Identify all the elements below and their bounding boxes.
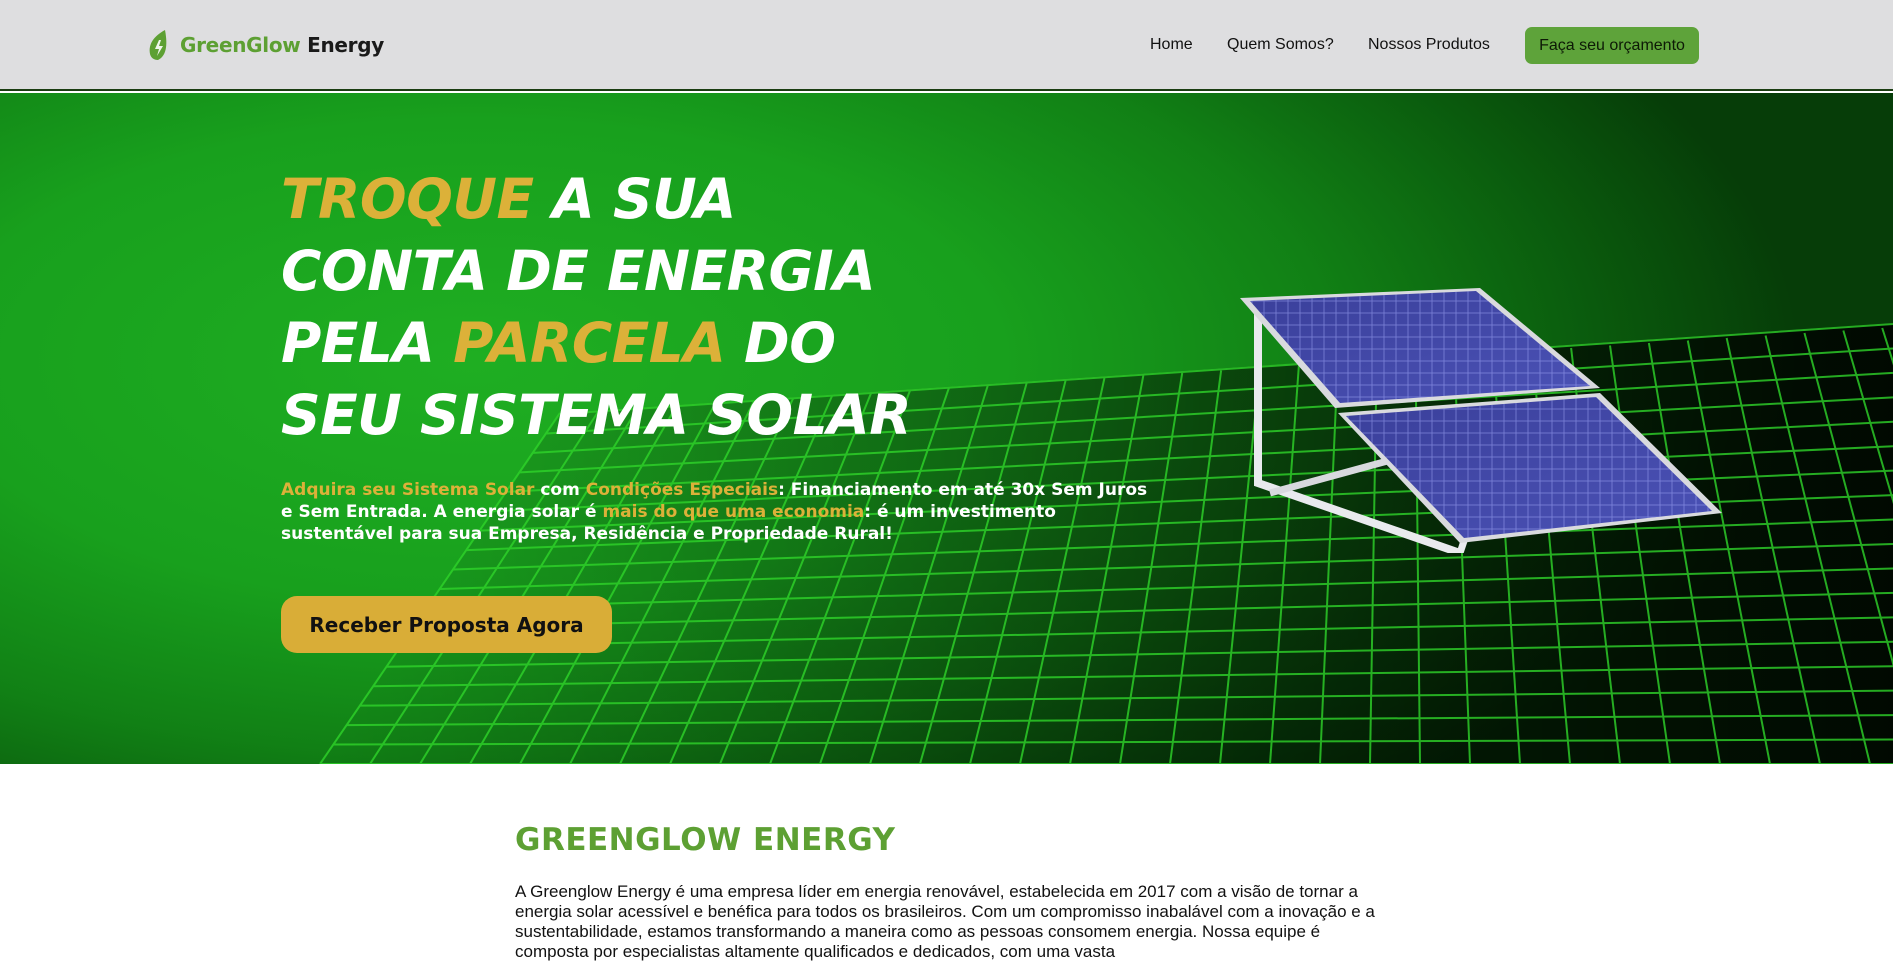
about-title: GREENGLOW ENERGY [515,822,896,858]
lead-highlight: mais do que uma economia [602,502,865,522]
logo-text-green: GreenGlow [180,33,301,57]
logo-text: GreenGlow Energy [180,33,384,57]
leaf-bolt-icon [149,30,167,60]
quote-button[interactable]: Faça seu orçamento [1525,27,1699,64]
lead-highlight: Adquira seu Sistema Solar [281,480,535,500]
logo-text-dark: Energy [307,33,384,57]
site-header: GreenGlow Energy Home Quem Somos? Nossos… [0,0,1893,91]
hero-lead-text: Adquira seu Sistema Solar com Condições … [281,479,1161,545]
hero-title-highlight-troque: TROQUE [281,167,534,231]
hero-section: TROQUE A SUA CONTA DE ENERGIA PELA PARCE… [0,93,1893,764]
lead-text: com [534,480,586,500]
hero-title-line2: CONTA DE ENERGIA [281,239,876,303]
hero-title-highlight-parcela: PARCELA [453,311,726,375]
solar-panel-image [1240,288,1722,553]
hero-title-line4: SEU SISTEMA SOLAR [281,383,912,447]
receive-proposal-button[interactable]: Receber Proposta Agora [281,596,612,653]
nav-link-home[interactable]: Home [1150,36,1193,54]
logo[interactable]: GreenGlow Energy [146,27,384,63]
hero-title-text: PELA [281,311,454,375]
hero-title-text: A SUA [533,167,736,231]
lead-highlight: Condições Especiais [585,480,779,500]
hero-title-text: DO [725,311,836,375]
nav-link-quem-somos[interactable]: Quem Somos? [1227,36,1334,54]
hero-title: TROQUE A SUA CONTA DE ENERGIA PELA PARCE… [281,163,1001,451]
about-text: A Greenglow Energy é uma empresa líder e… [515,882,1375,961]
nav-link-nossos-produtos[interactable]: Nossos Produtos [1368,36,1490,54]
